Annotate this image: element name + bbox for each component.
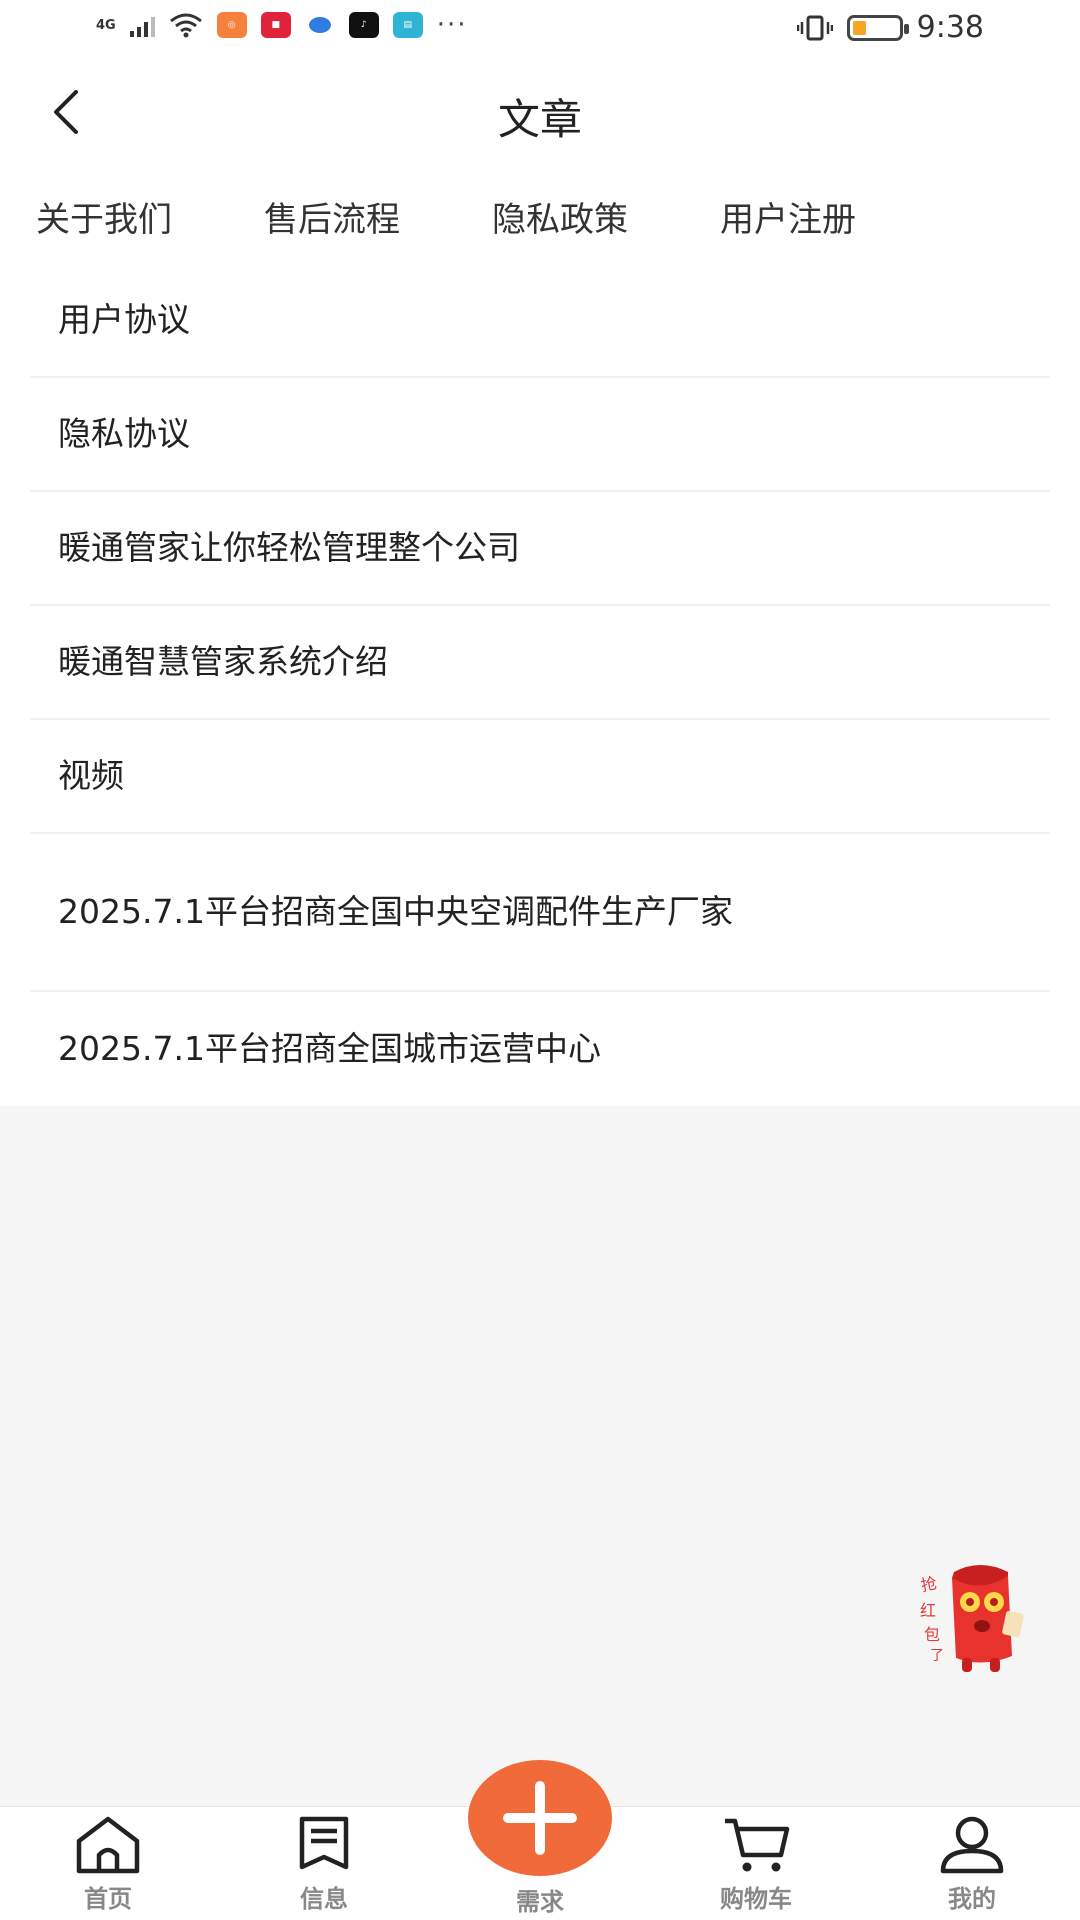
shop-app-icon: ■	[260, 12, 291, 38]
chat-app-icon	[305, 12, 335, 38]
nav-label: 信息	[300, 1885, 348, 1913]
status-left: 4G ◎ ■ ♪ ▤ ···	[96, 12, 468, 38]
user-icon	[940, 1816, 1004, 1874]
promo-char: 红	[920, 1601, 936, 1620]
home-icon	[76, 1816, 140, 1874]
category-tabs: 关于我们 售后流程 隐私政策 用户注册	[0, 168, 1080, 264]
battery-icon	[846, 14, 909, 41]
tab-user-registration[interactable]: 用户注册	[720, 192, 856, 241]
tab-privacy-policy[interactable]: 隐私政策	[492, 192, 628, 241]
wifi-icon	[169, 13, 202, 38]
article-title: 视频	[58, 756, 124, 795]
tiktok-icon: ♪	[348, 12, 379, 38]
nav-label: 首页	[84, 1885, 132, 1913]
list-item[interactable]: 用户协议	[30, 264, 1050, 378]
battery-level	[852, 20, 866, 35]
list-item[interactable]: 暖通智慧管家系统介绍	[30, 606, 1050, 720]
article-title: 暖通管家让你轻松管理整个公司	[58, 528, 520, 567]
nav-messages[interactable]: 信息	[254, 1815, 394, 1914]
red-packet-promo[interactable]: 抢 红 包 了	[918, 1560, 1030, 1678]
list-item[interactable]: 隐私协议	[30, 378, 1050, 492]
promo-char: 了	[930, 1648, 944, 1664]
red-packet-mascot-icon: 抢 红 包 了	[919, 1565, 1024, 1672]
nav-cart[interactable]: 购物车	[686, 1815, 826, 1914]
page-title: 文章	[497, 95, 582, 144]
list-item[interactable]: 暖通管家让你轻松管理整个公司	[30, 492, 1050, 606]
publish-demand-label: 需求	[516, 1888, 564, 1916]
list-item[interactable]: 2025.7.1平台招商全国中央空调配件生产厂家	[30, 834, 1050, 992]
clock: 9:38	[916, 10, 984, 45]
article-list: 用户协议 隐私协议 暖通管家让你轻松管理整个公司 暖通智慧管家系统介绍 视频 2…	[0, 264, 1080, 1106]
promo-char: 抢	[919, 1573, 939, 1595]
article-title: 2025.7.1平台招商全国中央空调配件生产厂家	[58, 892, 733, 931]
tab-after-sales[interactable]: 售后流程	[264, 192, 400, 241]
cart-icon	[725, 1818, 790, 1872]
article-title: 用户协议	[58, 300, 190, 339]
reader-app-icon: ▤	[392, 12, 423, 38]
article-page: 4G ◎ ■ ♪ ▤ ··· 9:38 文章 关于我们 售后流程 隐私政策 用户…	[0, 0, 1080, 1920]
nav-mine[interactable]: 我的	[902, 1815, 1042, 1914]
tab-about-us[interactable]: 关于我们	[36, 192, 172, 241]
plus-icon	[503, 1781, 577, 1855]
nav-home[interactable]: 首页	[38, 1815, 178, 1914]
status-right: 9:38	[796, 10, 984, 45]
message-icon	[299, 1816, 349, 1870]
publish-demand-button[interactable]	[468, 1760, 612, 1876]
more-notifications-icon: ···	[436, 10, 468, 40]
nav-label: 购物车	[720, 1885, 792, 1913]
promo-char: 包	[924, 1625, 940, 1644]
vibrate-icon	[796, 15, 833, 40]
network-type: 4G	[96, 17, 116, 33]
article-title: 暖通智慧管家系统介绍	[58, 642, 388, 681]
article-title: 2025.7.1平台招商全国城市运营中心	[58, 1029, 601, 1068]
header: 文章	[0, 56, 1080, 168]
app-notification-icon: ◎	[216, 12, 247, 38]
list-item[interactable]: 视频	[30, 720, 1050, 834]
list-item[interactable]: 2025.7.1平台招商全国城市运营中心	[30, 992, 1050, 1106]
signal-icon	[129, 13, 155, 37]
status-bar: 4G ◎ ■ ♪ ▤ ··· 9:38	[0, 0, 1080, 56]
article-title: 隐私协议	[58, 414, 190, 453]
nav-label: 我的	[948, 1885, 996, 1913]
